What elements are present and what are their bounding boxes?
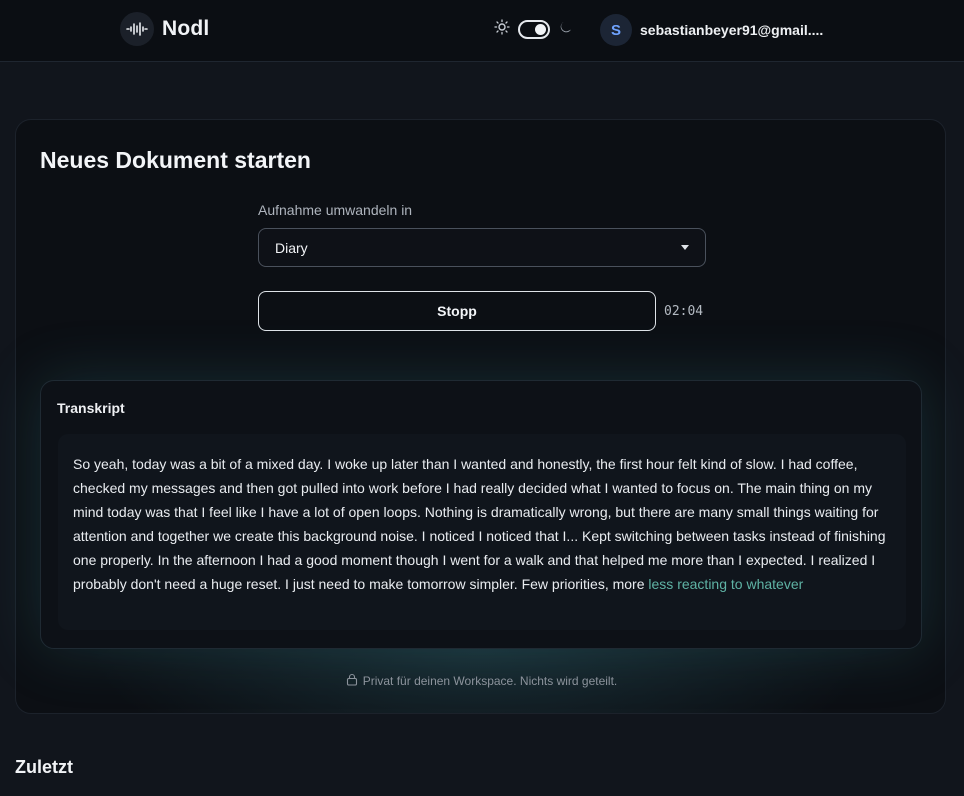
theme-toggle[interactable]: [518, 20, 550, 39]
transcript-title: Transkript: [57, 400, 125, 416]
recent-section-title: Zuletzt: [15, 757, 73, 777]
avatar: S: [600, 14, 632, 46]
transcript-box: So yeah, today was a bit of a mixed day.…: [58, 434, 906, 630]
user-email: sebastianbeyer91@gmail....: [640, 22, 824, 38]
document-type-select[interactable]: Diary: [258, 228, 706, 267]
transcript-text: So yeah, today was a bit of a mixed day.…: [73, 452, 891, 596]
moon-icon: [558, 19, 574, 40]
theme-switcher: [494, 19, 574, 40]
transcript-live: less reacting to whatever: [648, 576, 804, 592]
top-bar: Nodl S sebastianbeyer91@gmail....: [0, 0, 964, 62]
stop-button[interactable]: Stopp: [258, 291, 656, 331]
lock-icon: [346, 673, 358, 689]
transcript-panel: Transkript So yeah, today was a bit of a…: [40, 380, 922, 649]
select-value: Diary: [275, 239, 308, 256]
brand-name: Nodl: [162, 17, 210, 40]
convert-label: Aufnahme umwandeln in: [258, 202, 413, 218]
toggle-knob: [535, 24, 546, 35]
privacy-note: Privat für deinen Workspace. Nichts wird…: [16, 673, 947, 689]
caret-down-icon: [681, 245, 689, 250]
privacy-text: Privat für deinen Workspace. Nichts wird…: [362, 674, 618, 688]
brand[interactable]: Nodl: [120, 12, 209, 46]
sun-icon: [494, 19, 510, 40]
card-title: Neues Dokument starten: [40, 147, 311, 173]
transcript-final: So yeah, today was a bit of a mixed day.…: [73, 456, 886, 592]
waveform-logo-icon: [120, 12, 154, 46]
user-menu[interactable]: S sebastianbeyer91@gmail....: [600, 14, 823, 46]
recording-timer: 02:04: [664, 304, 704, 319]
new-document-card: Neues Dokument starten Aufnahme umwandel…: [15, 119, 946, 714]
